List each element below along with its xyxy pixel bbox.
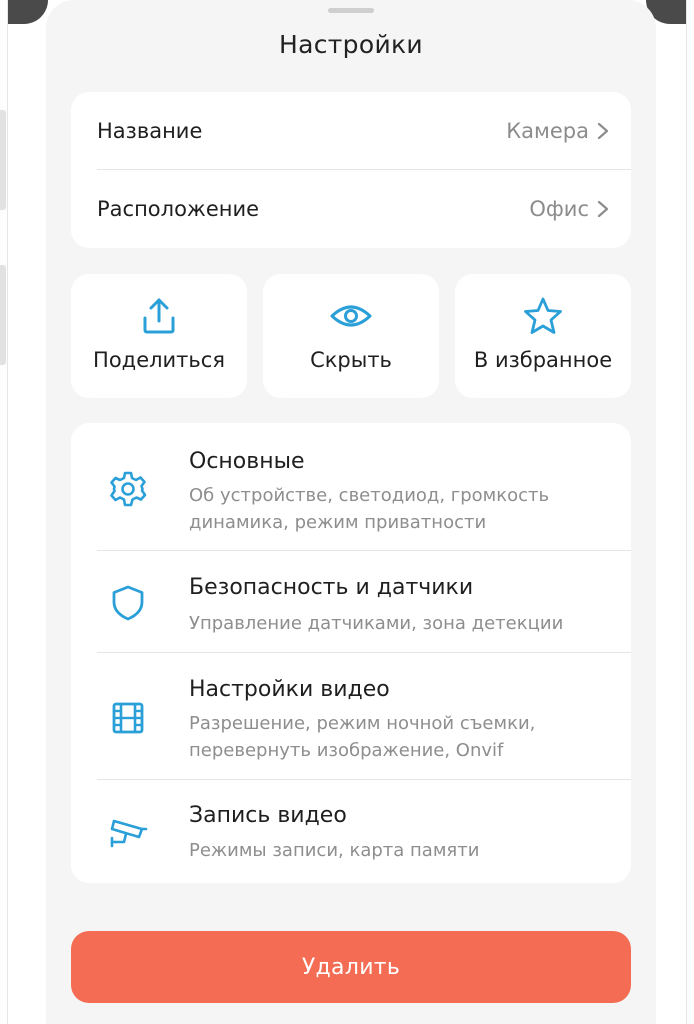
row-name-value: Камера bbox=[506, 119, 589, 143]
share-button[interactable]: Поделиться bbox=[71, 274, 247, 398]
menu-item-video-settings-title: Настройки видео bbox=[189, 677, 390, 702]
menu-item-security-title: Безопасность и датчики bbox=[189, 575, 474, 600]
chevron-right-icon bbox=[597, 122, 609, 140]
favorite-label: В избранное bbox=[473, 348, 613, 372]
subtitle-line: Разрешение, режим ночной съемки, bbox=[189, 713, 536, 734]
menu-item-general[interactable]: Основные Об устройстве, светодиод, громк… bbox=[71, 423, 631, 551]
menu-item-video-recording-subtitle: Режимы записи, карта памяти bbox=[189, 837, 601, 864]
row-name-value-group: Камера bbox=[506, 119, 609, 143]
row-location-label: Расположение bbox=[97, 197, 260, 221]
eye-icon bbox=[330, 305, 372, 327]
star-icon-wrap bbox=[455, 296, 631, 336]
shield-icon-wrap bbox=[107, 582, 149, 624]
hide-label: Скрыть bbox=[310, 348, 392, 372]
chevron-right-icon bbox=[597, 200, 609, 218]
shield-icon bbox=[112, 585, 144, 621]
row-location-value: Офис bbox=[529, 197, 589, 221]
security-camera-icon bbox=[110, 819, 148, 848]
row-location-value-group: Офис bbox=[529, 197, 609, 221]
share-label: Поделиться bbox=[93, 348, 225, 372]
delete-button[interactable]: Удалить bbox=[71, 931, 631, 1003]
menu-item-security-subtitle: Управление датчиками, зона детекции bbox=[189, 610, 601, 637]
subtitle-line: Режимы записи, карта памяти bbox=[189, 840, 480, 861]
menu-item-general-title: Основные bbox=[189, 449, 305, 474]
film-icon bbox=[112, 702, 144, 734]
device-side-button bbox=[0, 265, 6, 365]
favorite-button[interactable]: В избранное bbox=[455, 274, 631, 398]
page-title: Настройки bbox=[279, 30, 423, 59]
menu-item-video-recording[interactable]: Запись видео Режимы записи, карта памяти bbox=[71, 780, 631, 883]
menu-item-general-subtitle: Об устройстве, светодиод, громкость дина… bbox=[189, 482, 601, 536]
device-bezel-right bbox=[686, 0, 694, 1024]
menu-item-video-settings[interactable]: Настройки видео Разрешение, режим ночной… bbox=[71, 653, 631, 780]
eye-icon-wrap bbox=[263, 296, 439, 336]
subtitle-line: Об устройстве, светодиод, громкость bbox=[189, 485, 550, 506]
gear-icon-wrap bbox=[107, 468, 149, 510]
row-name[interactable]: Название Камера bbox=[97, 92, 609, 170]
settings-menu-card: Основные Об устройстве, светодиод, громк… bbox=[71, 423, 631, 883]
film-icon-wrap bbox=[107, 697, 149, 739]
subtitle-line: перевернуть изображение, Onvif bbox=[189, 740, 504, 761]
subtitle-line: динамика, режим приватности bbox=[189, 512, 487, 533]
sheet-grabber[interactable] bbox=[328, 8, 374, 13]
device-side-button bbox=[0, 110, 6, 210]
device-frame: Настройки Название Камера Расположение О… bbox=[0, 0, 694, 1024]
share-icon bbox=[143, 298, 175, 334]
row-location[interactable]: Расположение Офис bbox=[97, 170, 609, 248]
share-icon-wrap bbox=[71, 296, 247, 336]
settings-sheet: Настройки Название Камера Расположение О… bbox=[46, 0, 656, 1024]
menu-item-video-settings-subtitle: Разрешение, режим ночной съемки, перевер… bbox=[189, 710, 601, 764]
hide-button[interactable]: Скрыть bbox=[263, 274, 439, 398]
security-camera-icon-wrap bbox=[107, 812, 149, 854]
menu-item-video-recording-title: Запись видео bbox=[189, 803, 347, 828]
info-card: Название Камера Расположение Офис bbox=[71, 92, 631, 248]
gear-icon bbox=[110, 471, 147, 507]
subtitle-line: Управление датчиками, зона детекции bbox=[189, 613, 564, 634]
menu-item-security[interactable]: Безопасность и датчики Управление датчик… bbox=[71, 551, 631, 653]
row-name-label: Название bbox=[97, 119, 203, 143]
star-icon bbox=[524, 297, 562, 334]
